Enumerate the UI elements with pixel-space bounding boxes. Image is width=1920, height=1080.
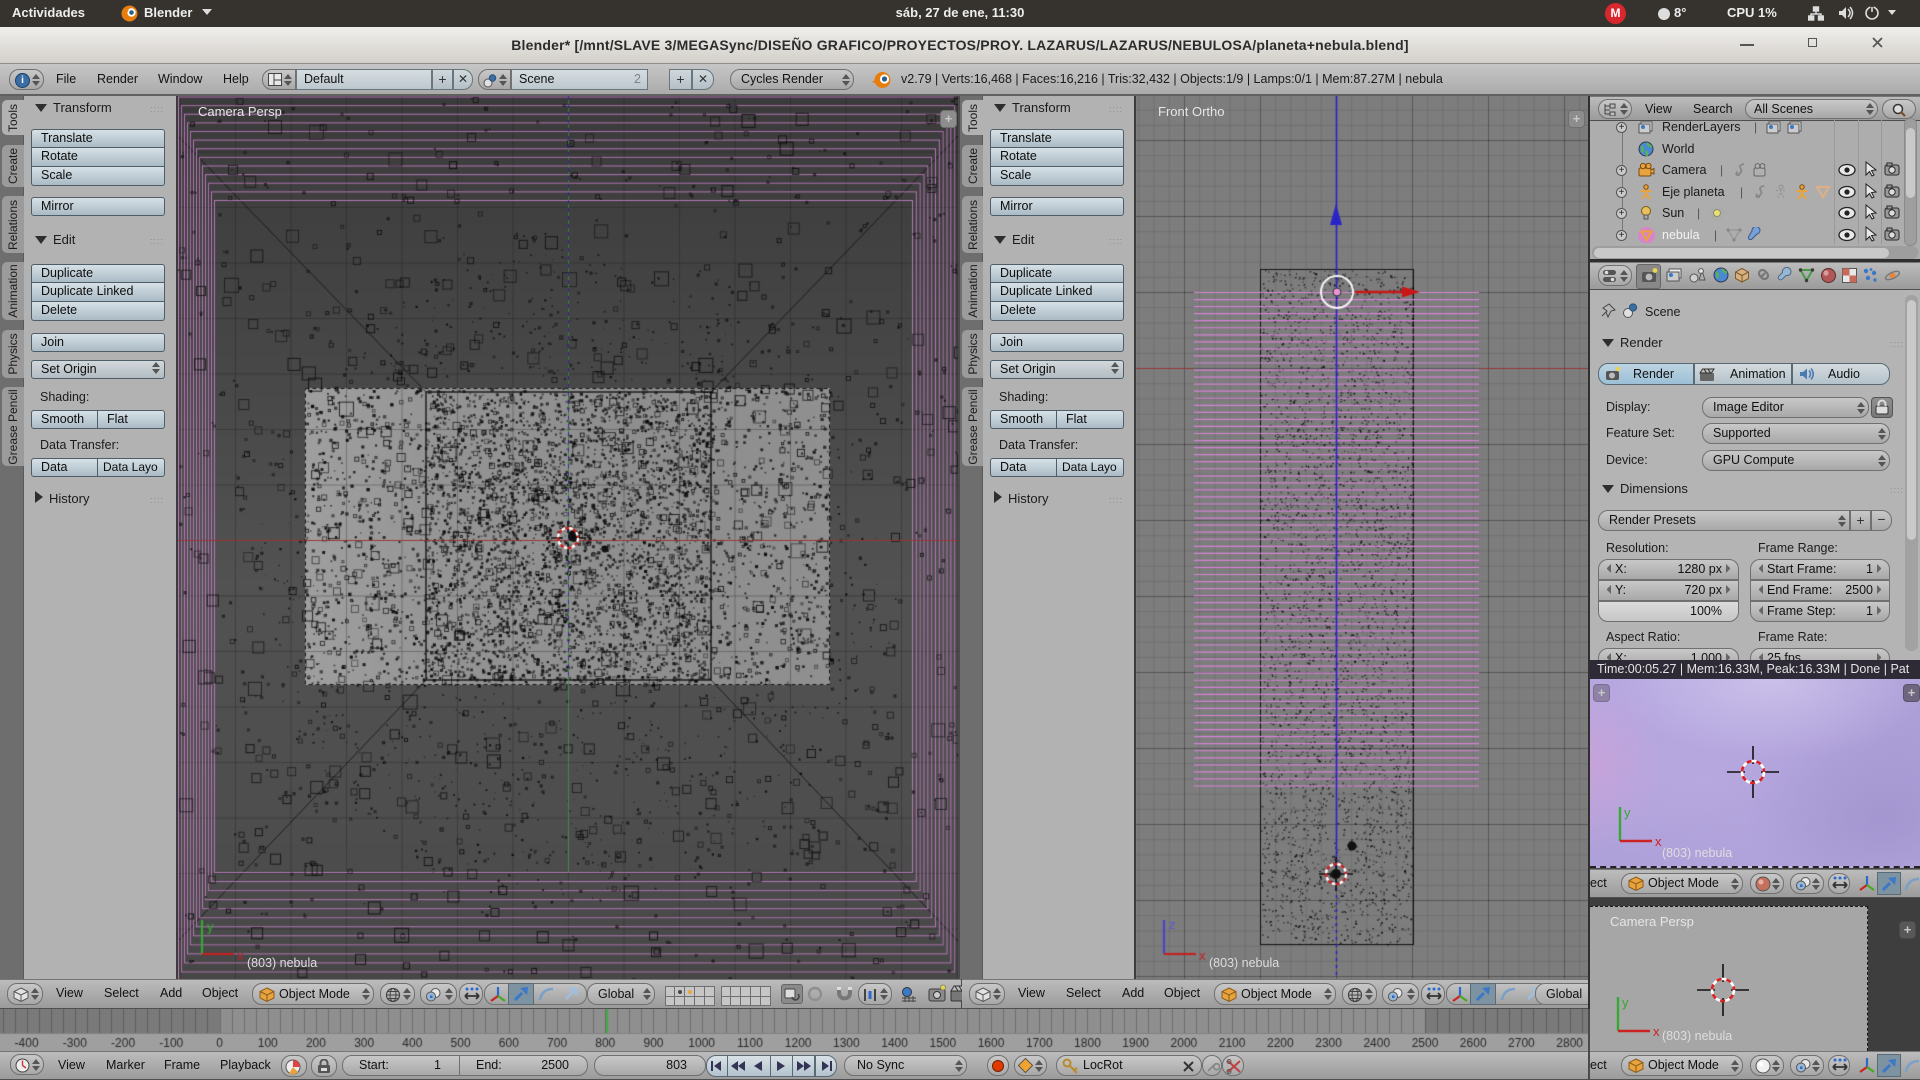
svg-text:y: y bbox=[1624, 805, 1631, 820]
svg-text:x: x bbox=[1653, 1024, 1660, 1039]
svg-text:x: x bbox=[1655, 834, 1662, 849]
svg-text:y: y bbox=[1622, 995, 1629, 1010]
